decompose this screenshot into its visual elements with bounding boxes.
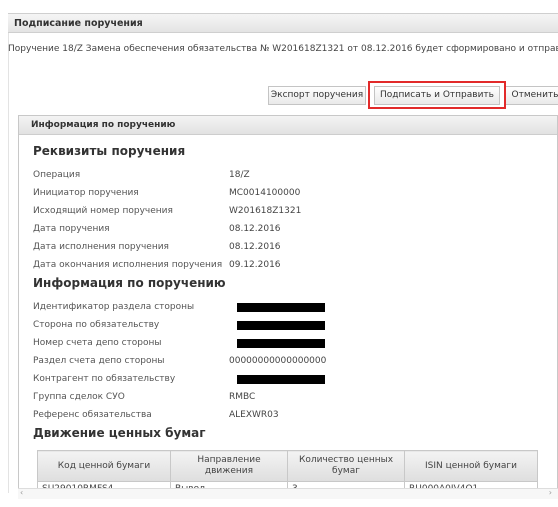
redacted-depo-account [237,339,325,348]
dialog-title-bar: Подписание поручения [8,13,558,33]
field-label-order-date: Дата поручения [33,224,110,234]
field-label-counterparty: Контрагент по обязательству [33,374,176,384]
scroll-right-arrow-icon[interactable]: › [549,488,552,497]
field-label-depo-account: Номер счета депо стороны [33,338,162,348]
panel-header: Информация по поручению [19,116,557,135]
requisites-section-title: Реквизиты поручения [33,144,186,158]
field-label-outgoing-number: Исходящий номер поручения [33,206,173,216]
redacted-counterparty [237,375,325,384]
sign-button-highlight [368,81,506,109]
field-label-execution-date: Дата исполнения поручения [33,242,169,252]
order-info-panel: Информация по поручению Реквизиты поруче… [18,115,558,499]
redacted-obligation-party [237,321,325,330]
field-label-obligation-party: Сторона по обязательству [33,320,160,330]
field-label-initiator: Инициатор поручения [33,188,139,198]
column-header-quantity: Количество ценных бумаг [287,450,405,482]
field-value-deal-group: RMBC [229,392,256,402]
field-value-operation: 18/Z [229,170,250,180]
field-label-obligation-reference: Референс обязательства [33,410,152,420]
column-header-direction: Направление движения [170,450,288,482]
field-label-party-section-id: Идентификатор раздела стороны [33,302,195,312]
column-header-isin: ISIN ценной бумаги [404,450,538,482]
field-value-outgoing-number: W201618Z1321 [229,206,302,216]
field-value-depo-account-section: 00000000000000000 [229,356,327,366]
field-value-initiator: MC0014100000 [229,188,301,198]
redacted-party-section-id [237,303,325,312]
column-header-security-code: Код ценной бумаги [37,450,171,482]
field-value-order-date: 08.12.2016 [229,224,281,234]
field-value-obligation-reference: ALEXWR03 [229,410,279,420]
cancel-button[interactable]: Отменить [505,86,558,105]
field-label-deal-group: Группа сделок СУО [33,392,125,402]
panel-title: Информация по поручению [31,120,176,130]
table-header-row: Код ценной бумаги Направление движения К… [37,450,538,482]
field-label-operation: Операция [33,170,81,180]
field-value-execution-date: 08.12.2016 [229,242,281,252]
field-label-execution-end-date: Дата окончания исполнения поручения [33,260,223,270]
movements-section-title: Движение ценных бумаг [33,426,206,440]
export-order-button[interactable]: Экспорт поручения [268,86,366,105]
scroll-left-arrow-icon[interactable]: ‹ [20,488,23,497]
confirmation-message: Поручение 18/Z Замена обеспечения обязат… [8,44,558,54]
field-label-depo-account-section: Раздел счета депо стороны [33,356,165,366]
left-border [8,33,9,493]
horizontal-scrollbar[interactable]: ‹ › [18,488,558,499]
dialog-title: Подписание поручения [14,18,143,29]
field-value-execution-end-date: 09.12.2016 [229,260,281,270]
info-section-title: Информация по поручению [33,276,226,290]
